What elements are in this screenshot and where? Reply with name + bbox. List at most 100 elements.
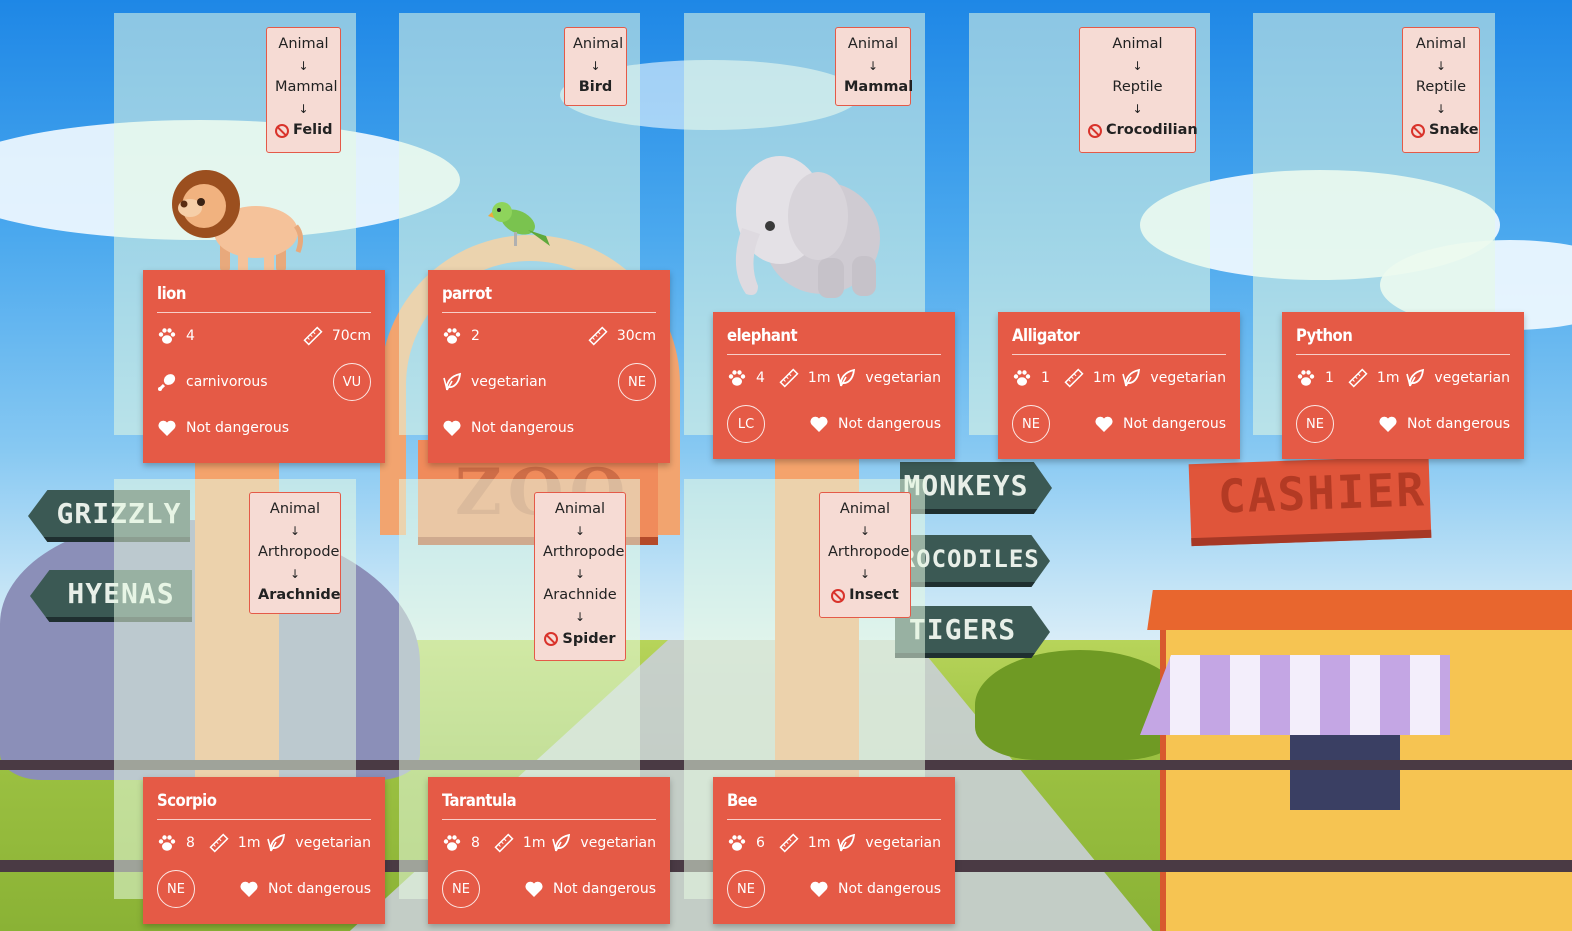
legs-count: 1 — [1325, 370, 1334, 386]
legs-count: 8 — [471, 835, 480, 851]
taxonomy-level: Animal — [1415, 36, 1467, 52]
taxonomy-leaf: Crocodilian — [1106, 122, 1198, 139]
leaf-icon — [266, 833, 286, 853]
taxonomy-level: Arachnide — [543, 587, 617, 604]
paw-icon — [157, 326, 177, 346]
ruler-icon — [1348, 368, 1368, 388]
size-value: 1m — [1092, 370, 1116, 386]
diet-value: vegetarian — [865, 370, 941, 386]
leaf-icon — [836, 833, 856, 853]
paw-icon — [727, 368, 747, 388]
card-row-stats: 6 1m vegetarian — [727, 820, 941, 866]
heart-icon — [524, 879, 544, 899]
heart-icon — [239, 879, 259, 899]
paw-icon — [1012, 368, 1032, 388]
taxonomy-arrow: ↓ — [574, 609, 586, 624]
taxonomy-arrow: ↓ — [298, 101, 309, 116]
ruler-icon — [779, 368, 799, 388]
conservation-status-badge: NE — [442, 870, 480, 908]
ban-icon — [544, 632, 559, 647]
card-row-danger: Not dangerous — [442, 405, 656, 451]
card-row-stats: 1 1m vegetarian — [1296, 355, 1510, 401]
card-title: Alligator — [1012, 322, 1226, 355]
animal-card-lion[interactable]: lion 4 70cm carnivorous VU Not dangerous — [143, 270, 385, 463]
ban-icon — [831, 589, 846, 604]
card-row-legs-size: 4 70cm — [157, 313, 371, 359]
card-row-status-danger: NE Not dangerous — [727, 866, 941, 912]
animal-card-alligator[interactable]: Alligator 1 1m vegetarian NE Not dangero… — [998, 312, 1240, 459]
size-value: 70cm — [331, 328, 371, 344]
taxonomy-level: Animal — [1112, 36, 1163, 52]
legs-count: 6 — [756, 835, 765, 851]
animal-card-tarantula[interactable]: Tarantula 8 1m vegetarian NE Not dangero… — [428, 777, 670, 924]
conservation-status-badge: NE — [1012, 405, 1050, 443]
size-value: 30cm — [616, 328, 656, 344]
danger-label: Not dangerous — [186, 420, 289, 436]
card-row-stats: 4 1m vegetarian — [727, 355, 941, 401]
elephant-image[interactable] — [722, 148, 887, 298]
card-title: Scorpio — [157, 787, 371, 820]
card-row-legs-size: 2 30cm — [442, 313, 656, 359]
lion-image[interactable] — [168, 166, 303, 274]
taxonomy-leaf: Spider — [562, 630, 616, 647]
taxonomy-lion: Animal ↓ Mammal ↓ Felid — [266, 27, 341, 153]
heart-icon — [809, 414, 829, 434]
taxonomy-arrow: ↓ — [574, 523, 586, 538]
taxonomy-leaf: Snake — [1429, 122, 1479, 139]
animal-card-scorpio[interactable]: Scorpio 8 1m vegetarian NE Not dangerous — [143, 777, 385, 924]
taxonomy-leaf: Mammal — [844, 79, 914, 96]
diet-value: vegetarian — [865, 835, 941, 851]
animal-card-python[interactable]: Python 1 1m vegetarian NE Not dangerous — [1282, 312, 1524, 459]
taxonomy-arrow: ↓ — [1132, 101, 1143, 116]
taxonomy-parrot: Animal ↓ Bird — [564, 27, 627, 106]
taxonomy-elephant: Animal ↓ Mammal — [835, 27, 914, 106]
card-row-stats: 8 1m vegetarian — [157, 820, 371, 866]
taxonomy-level: Reptile — [1415, 79, 1467, 96]
heart-icon — [809, 879, 829, 899]
ruler-icon — [588, 326, 608, 346]
legs-count: 2 — [471, 328, 480, 344]
paw-icon — [157, 833, 177, 853]
leaf-icon — [836, 368, 856, 388]
danger-label: Not dangerous — [1407, 416, 1510, 432]
conservation-status-badge: LC — [727, 405, 765, 443]
card-title: Tarantula — [442, 787, 656, 820]
ban-icon — [1088, 124, 1102, 139]
card-title: Bee — [727, 787, 941, 820]
card-row-stats: 8 1m vegetarian — [442, 820, 656, 866]
card-row-status-danger: LC Not dangerous — [727, 401, 941, 447]
taxonomy-arrow: ↓ — [1435, 58, 1447, 73]
taxonomy-level: Animal — [278, 36, 329, 52]
conservation-status-badge: NE — [727, 870, 765, 908]
taxonomy-python: Animal ↓ Reptile ↓ Snake — [1402, 27, 1480, 153]
card-row-stats: 1 1m vegetarian — [1012, 355, 1226, 401]
animal-card-elephant[interactable]: elephant 4 1m vegetarian LC Not dangerou… — [713, 312, 955, 459]
legs-count: 4 — [186, 328, 195, 344]
danger-label: Not dangerous — [838, 881, 941, 897]
taxonomy-arrow: ↓ — [1435, 101, 1447, 116]
drumstick-icon — [157, 372, 177, 392]
parrot-image[interactable] — [488, 196, 552, 250]
ruler-icon — [779, 833, 799, 853]
taxonomy-arrow: ↓ — [859, 566, 871, 581]
taxonomy-arrow: ↓ — [590, 58, 601, 73]
card-row-status-danger: NE Not dangerous — [1296, 401, 1510, 447]
taxonomy-level: Animal — [839, 501, 891, 517]
paw-icon — [1296, 368, 1316, 388]
animal-card-bee[interactable]: Bee 6 1m vegetarian NE Not dangerous — [713, 777, 955, 924]
diet-value: vegetarian — [1150, 370, 1226, 386]
animal-card-parrot[interactable]: parrot 2 30cm vegetarian NE Not dangerou… — [428, 270, 670, 463]
taxonomy-arrow: ↓ — [289, 566, 301, 581]
taxonomy-leaf: Bird — [578, 79, 613, 96]
danger-label: Not dangerous — [553, 881, 656, 897]
diet-value: vegetarian — [295, 835, 371, 851]
taxonomy-tarantula: Animal ↓ Arthropode ↓ Arachnide ↓ Spider — [534, 492, 626, 661]
leaf-icon — [1121, 368, 1141, 388]
diet-value: carnivorous — [186, 374, 268, 390]
heart-icon — [1094, 414, 1114, 434]
taxonomy-level: Reptile — [1112, 79, 1163, 96]
paw-icon — [727, 833, 747, 853]
card-row-status-danger: NE Not dangerous — [442, 866, 656, 912]
booth-awning — [1140, 655, 1450, 735]
leaf-icon — [551, 833, 571, 853]
